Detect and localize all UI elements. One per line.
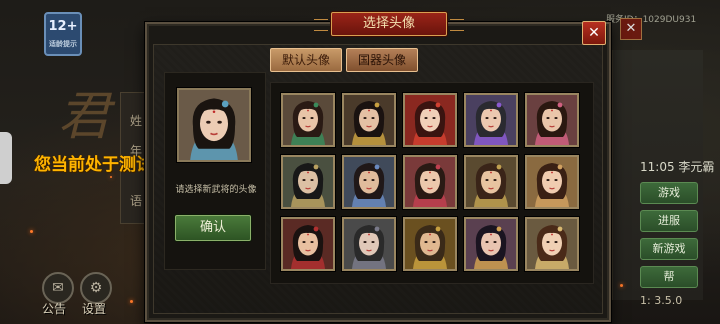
background-close-button[interactable]: ✕ — [620, 18, 642, 40]
preview-hint-text: 请选择新武将的头像 — [175, 185, 257, 195]
avatar-portrait-image — [344, 95, 394, 145]
version-text: 1: 3.5.0 — [640, 294, 683, 307]
avatar-option[interactable] — [342, 217, 396, 271]
avatar-portrait-image — [344, 157, 394, 207]
side-pull-tab[interactable] — [0, 132, 12, 184]
avatar-portrait-image — [405, 95, 455, 145]
confirm-button[interactable]: 确认 — [175, 215, 251, 241]
avatar-portrait-image — [527, 95, 577, 145]
avatar-option[interactable] — [281, 93, 335, 147]
avatar-portrait-image — [527, 157, 577, 207]
avatar-option[interactable] — [281, 155, 335, 209]
tab-default-avatars[interactable]: 默认头像 — [270, 48, 342, 72]
dialog-title: 选择头像 — [314, 12, 464, 36]
avatar-portrait-image — [405, 219, 455, 269]
avatar-portrait-image — [283, 219, 333, 269]
avatar-option[interactable] — [464, 155, 518, 209]
avatar-portrait-image — [527, 219, 577, 269]
selected-portrait-image — [179, 90, 249, 160]
avatar-portrait-image — [283, 95, 333, 145]
avatar-option[interactable] — [403, 155, 457, 209]
avatar-portrait-image — [344, 219, 394, 269]
avatar-option[interactable] — [464, 93, 518, 147]
avatar-option[interactable] — [281, 217, 335, 271]
game-logo: 君 — [58, 87, 111, 147]
avatar-option[interactable] — [403, 93, 457, 147]
avatar-portrait-image — [466, 157, 516, 207]
avatar-option[interactable] — [464, 217, 518, 271]
selected-avatar-preview — [177, 88, 251, 162]
settings-label: 设置 — [82, 302, 107, 316]
background-help-button[interactable]: 帮 — [640, 266, 698, 288]
close-button[interactable]: ✕ — [582, 21, 606, 45]
announcement-label: 公告 — [42, 302, 67, 316]
avatar-portrait-image — [405, 157, 455, 207]
avatar-option[interactable] — [525, 155, 579, 209]
avatar-option[interactable] — [342, 93, 396, 147]
background-game-button[interactable]: 游戏 — [640, 182, 698, 204]
ember-particle — [620, 284, 623, 287]
ember-particle — [130, 300, 133, 303]
background-enter-button[interactable]: 进服 — [640, 210, 698, 232]
background-new-game-button[interactable]: 新游戏 — [640, 238, 698, 260]
avatar-portrait-image — [466, 219, 516, 269]
avatar-option[interactable] — [525, 217, 579, 271]
background-field-label: 姓 — [130, 114, 143, 128]
avatar-option[interactable] — [403, 217, 457, 271]
background-time-text: 11:05 李元霸 — [640, 160, 715, 174]
background-field-label: 语 — [130, 194, 143, 208]
ember-particle — [30, 230, 33, 233]
tab-artifact-avatars[interactable]: 国器头像 — [346, 48, 418, 72]
age-rating-badge: 12+ 适龄提示 — [44, 12, 82, 56]
avatar-option[interactable] — [525, 93, 579, 147]
avatar-portrait-image — [466, 95, 516, 145]
background-right-panel — [612, 50, 703, 300]
avatar-option[interactable] — [342, 155, 396, 209]
ember-particle — [110, 176, 112, 178]
avatar-portrait-image — [283, 157, 333, 207]
